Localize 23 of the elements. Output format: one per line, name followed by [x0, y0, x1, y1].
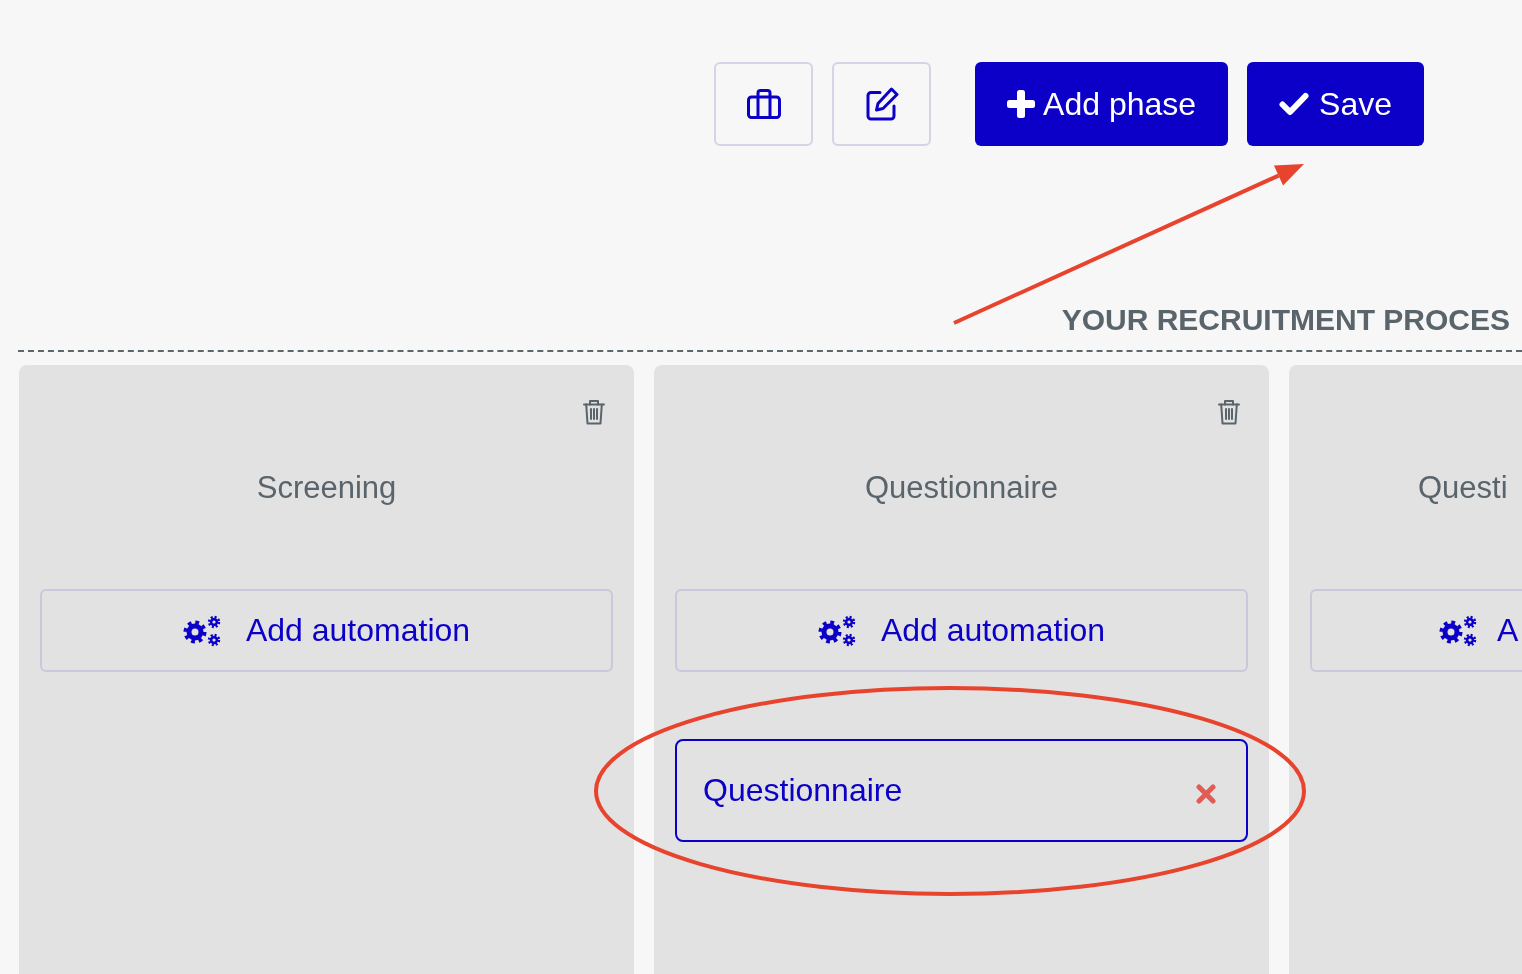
step-label: Questionnaire: [703, 772, 903, 809]
gears-icon: [182, 614, 221, 647]
edit-button[interactable]: [832, 62, 932, 146]
plus-icon: [1007, 90, 1036, 118]
save-button[interactable]: Save: [1247, 62, 1424, 146]
phase-title: Questi: [1417, 469, 1509, 507]
trash-icon[interactable]: [583, 399, 605, 425]
step-card[interactable]: Questionnaire: [675, 739, 1248, 842]
add-automation-button[interactable]: Add automation: [675, 589, 1248, 672]
briefcase-icon: [746, 89, 781, 119]
edit-icon: [864, 87, 899, 121]
gears-icon: [817, 614, 856, 647]
briefcase-button[interactable]: [714, 62, 814, 146]
phase-title: Questionnaire: [864, 469, 1059, 507]
gears-icon: [1439, 614, 1477, 647]
trash-icon[interactable]: [1218, 399, 1240, 425]
check-icon: [1279, 92, 1310, 116]
add-automation-button[interactable]: Add automation: [40, 589, 613, 672]
add-phase-button[interactable]: Add phase: [975, 62, 1229, 146]
remove-icon[interactable]: [1196, 783, 1216, 804]
section-heading: YOUR RECRUITMENT PROCES: [1061, 302, 1510, 338]
add-automation-button[interactable]: A: [1310, 589, 1522, 672]
phase-title: Screening: [255, 469, 398, 507]
